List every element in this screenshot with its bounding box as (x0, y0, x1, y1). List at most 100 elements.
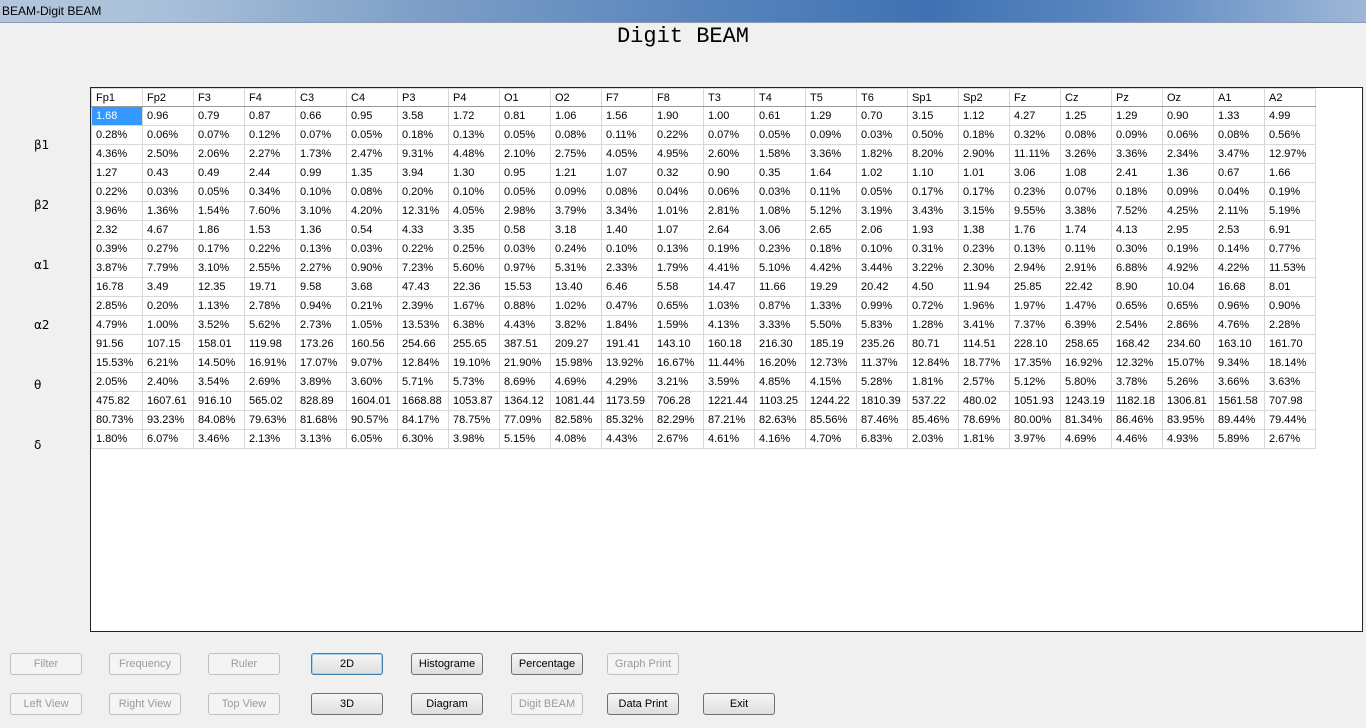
grid-cell[interactable]: 185.19 (805, 334, 857, 354)
grid-cell[interactable]: 2.11% (1213, 201, 1265, 221)
grid-cell[interactable]: 0.07% (703, 125, 755, 145)
grid-cell[interactable]: 0.03% (142, 182, 194, 202)
grid-cell[interactable]: 1.08% (754, 201, 806, 221)
grid-cell[interactable]: 5.60% (448, 258, 500, 278)
grid-cell[interactable]: 916.10 (193, 391, 245, 411)
grid-cell[interactable]: 5.71% (397, 372, 449, 392)
grid-cell[interactable]: 93.23% (142, 410, 194, 430)
grid-cell[interactable]: 3.18 (550, 220, 602, 240)
grid-cell[interactable]: 2.40% (142, 372, 194, 392)
grid-cell[interactable]: 4.92% (1162, 258, 1214, 278)
grid-cell[interactable]: 3.21% (652, 372, 704, 392)
grid-cell[interactable]: 17.35% (1009, 353, 1061, 373)
grid-cell[interactable]: 5.50% (805, 315, 857, 335)
grid-cell[interactable]: 20.42 (856, 277, 908, 297)
grid-cell[interactable]: 0.99% (856, 296, 908, 316)
filter-button[interactable]: Filter (10, 653, 82, 675)
grid-cell[interactable]: 4.67 (142, 220, 194, 240)
grid-cell[interactable]: 6.30% (397, 429, 449, 449)
grid-cell[interactable]: 1.81% (958, 429, 1010, 449)
grid-cell[interactable]: 3.26% (1060, 144, 1112, 164)
grid-cell[interactable]: 0.09% (1162, 182, 1214, 202)
grid-cell[interactable]: 4.95% (652, 144, 704, 164)
column-header-sp1[interactable]: Sp1 (907, 88, 959, 107)
grid-cell[interactable]: 1.08 (1060, 163, 1112, 183)
grid-cell[interactable]: 17.07% (295, 353, 347, 373)
grid-cell[interactable]: 1243.19 (1060, 391, 1112, 411)
grid-cell[interactable]: 8.90 (1111, 277, 1163, 297)
grid-cell[interactable]: 3.19% (856, 201, 908, 221)
grid-cell[interactable]: 255.65 (448, 334, 500, 354)
grid-cell[interactable]: 1081.44 (550, 391, 602, 411)
grid-cell[interactable]: 1.01% (652, 201, 704, 221)
grid-cell[interactable]: 1.97% (1009, 296, 1061, 316)
grid-cell[interactable]: 0.03% (856, 125, 908, 145)
grid-cell[interactable]: 2.47% (346, 144, 398, 164)
grid-cell[interactable]: 0.30% (1111, 239, 1163, 259)
grid-cell[interactable]: 15.53% (91, 353, 143, 373)
grid-cell[interactable]: 143.10 (652, 334, 704, 354)
data-grid[interactable]: Fp1 Fp2 F3 F4 C3 C4 P3 P4 O1 O2 F7 F8 T3 T4 T5 T6 Sp1 Sp2… (91, 88, 1316, 449)
grid-cell[interactable]: 9.34% (1213, 353, 1265, 373)
column-header-o2[interactable]: O2 (550, 88, 602, 107)
grid-cell[interactable]: 0.03% (499, 239, 551, 259)
grid-cell[interactable]: 6.39% (1060, 315, 1112, 335)
grid-cell[interactable]: 80.71 (907, 334, 959, 354)
grid-cell[interactable]: 0.90% (346, 258, 398, 278)
column-header-f7[interactable]: F7 (601, 88, 653, 107)
grid-cell[interactable]: 21.90% (499, 353, 551, 373)
grid-cell[interactable]: 79.63% (244, 410, 296, 430)
grid-cell[interactable]: 83.95% (1162, 410, 1214, 430)
grid-cell[interactable]: 0.88% (499, 296, 551, 316)
grid-cell[interactable]: 160.56 (346, 334, 398, 354)
grid-cell[interactable]: 7.60% (244, 201, 296, 221)
grid-cell[interactable]: 1.86 (193, 220, 245, 240)
grid-cell[interactable]: 3.68 (346, 277, 398, 297)
grid-cell[interactable]: 0.18% (805, 239, 857, 259)
grid-cell[interactable]: 1.03% (703, 296, 755, 316)
grid-cell[interactable]: 2.05% (91, 372, 143, 392)
grid-cell[interactable]: 1.21 (550, 163, 602, 183)
grid-cell[interactable]: 235.26 (856, 334, 908, 354)
grid-cell[interactable]: 1103.25 (754, 391, 806, 411)
grid-cell[interactable]: 5.80% (1060, 372, 1112, 392)
grid-cell[interactable]: 11.44% (703, 353, 755, 373)
grid-cell[interactable]: 4.48% (448, 144, 500, 164)
grid-cell[interactable]: 1.10 (907, 163, 959, 183)
grid-cell[interactable]: 0.20% (397, 182, 449, 202)
grid-cell[interactable]: 161.70 (1264, 334, 1316, 354)
grid-cell[interactable]: 1.38 (958, 220, 1010, 240)
grid-cell[interactable]: 14.50% (193, 353, 245, 373)
grid-cell[interactable]: 2.03% (907, 429, 959, 449)
grid-cell[interactable]: 0.35 (754, 163, 806, 183)
grid-cell[interactable]: 1.54% (193, 201, 245, 221)
left-view-button[interactable]: Left View (10, 693, 82, 715)
graph-print-button[interactable]: Graph Print (607, 653, 679, 675)
grid-cell[interactable]: 3.36% (1111, 144, 1163, 164)
grid-cell[interactable]: 0.07% (295, 125, 347, 145)
grid-cell[interactable]: 3.60% (346, 372, 398, 392)
grid-cell[interactable]: 0.95 (346, 106, 398, 126)
grid-cell[interactable]: 0.97% (499, 258, 551, 278)
grid-cell[interactable]: 1.02 (856, 163, 908, 183)
grid-cell[interactable]: 84.08% (193, 410, 245, 430)
grid-cell[interactable]: 4.05% (601, 144, 653, 164)
grid-cell[interactable]: 4.41% (703, 258, 755, 278)
grid-cell[interactable]: 6.46 (601, 277, 653, 297)
grid-cell[interactable]: 2.39% (397, 296, 449, 316)
grid-cell[interactable]: 5.12% (1009, 372, 1061, 392)
grid-cell[interactable]: 0.22% (91, 182, 143, 202)
grid-cell[interactable]: 3.33% (754, 315, 806, 335)
grid-cell[interactable]: 0.08% (1213, 125, 1265, 145)
grid-cell[interactable]: 8.01 (1264, 277, 1316, 297)
grid-cell[interactable]: 3.79% (550, 201, 602, 221)
grid-cell[interactable]: 4.33 (397, 220, 449, 240)
grid-cell[interactable]: 12.97% (1264, 144, 1316, 164)
grid-cell[interactable]: 4.50 (907, 277, 959, 297)
grid-cell[interactable]: 0.47% (601, 296, 653, 316)
grid-cell[interactable]: 5.31% (550, 258, 602, 278)
grid-cell[interactable]: 0.08% (346, 182, 398, 202)
grid-cell[interactable]: 0.09% (805, 125, 857, 145)
frequency-button[interactable]: Frequency (109, 653, 181, 675)
grid-cell[interactable]: 107.15 (142, 334, 194, 354)
